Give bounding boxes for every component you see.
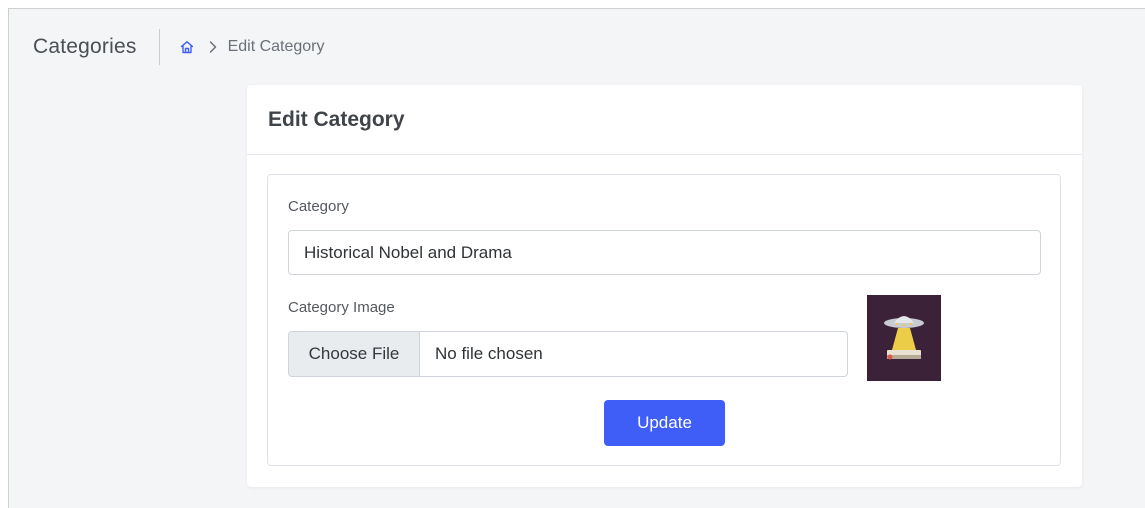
category-image-label: Category Image: [288, 299, 395, 316]
edit-category-card: Edit Category Category Category Image Ch…: [247, 85, 1082, 487]
breadcrumb-current: Edit Category: [227, 38, 325, 55]
category-form: Category Category Image Choose File No f…: [267, 174, 1061, 466]
choose-file-button[interactable]: Choose File: [289, 332, 420, 376]
app-frame: Categories Edit Category Edit Category C…: [8, 8, 1145, 508]
page-header: Categories Edit Category: [9, 9, 1145, 85]
breadcrumb: Edit Category: [180, 38, 325, 56]
category-image-thumbnail: [867, 295, 941, 381]
update-button[interactable]: Update: [604, 400, 725, 446]
page-title: Categories: [33, 35, 137, 58]
card-header: Edit Category: [247, 85, 1082, 155]
card-title: Edit Category: [268, 107, 405, 131]
home-icon[interactable]: [180, 40, 194, 54]
title-divider: [158, 29, 160, 65]
category-image-file-input[interactable]: Choose File No file chosen: [288, 331, 848, 377]
chevron-right-icon: [208, 40, 218, 54]
category-label: Category: [288, 198, 349, 215]
file-status-text: No file chosen: [435, 344, 543, 363]
category-input[interactable]: [288, 230, 1041, 275]
